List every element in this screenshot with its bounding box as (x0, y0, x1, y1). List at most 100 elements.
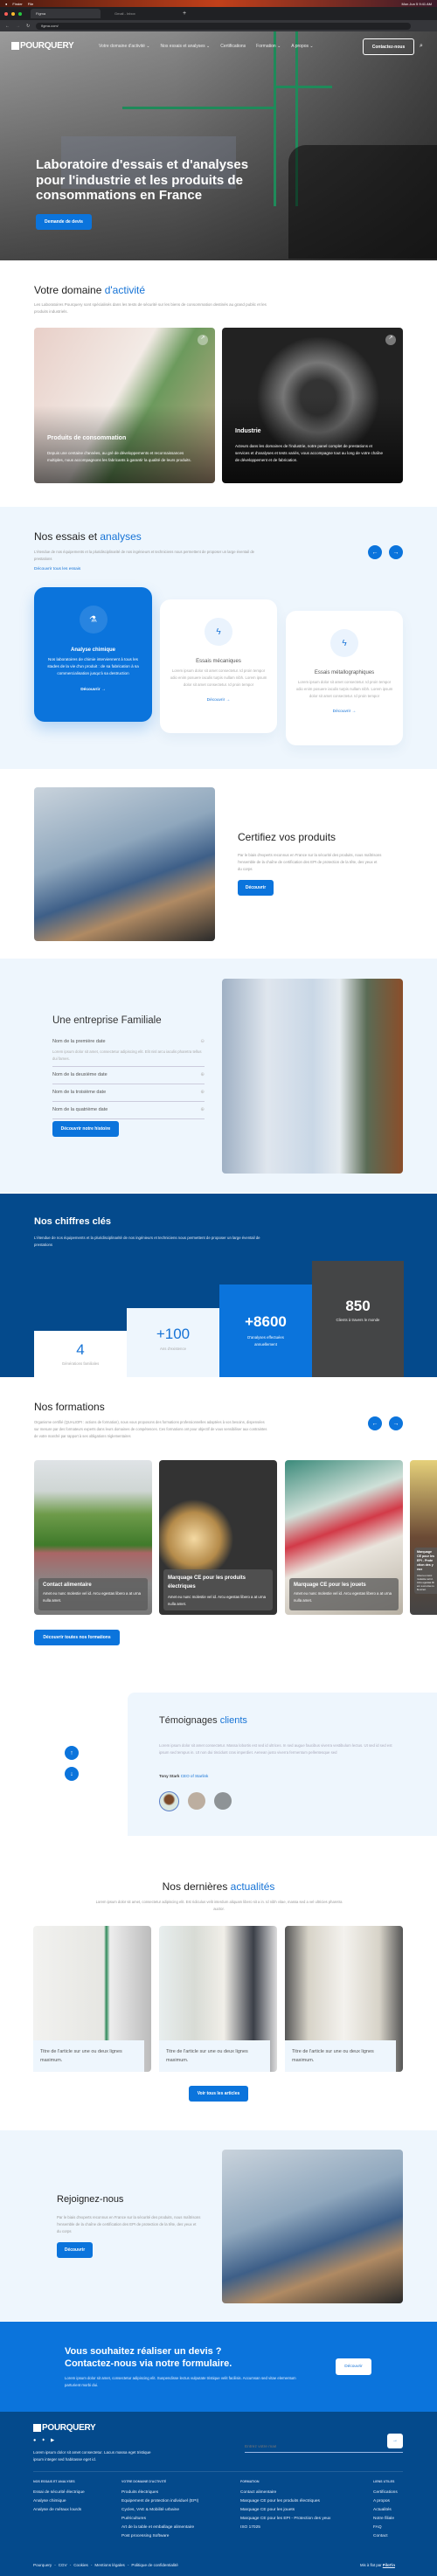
menu-finder[interactable]: Finder (12, 2, 22, 6)
footer-link[interactable]: Notre filiale (373, 2517, 398, 2521)
nav-domaine[interactable]: Votre domaine d'activité ⌄ (99, 44, 150, 49)
tab-figma[interactable]: Figma (31, 9, 101, 18)
nav-formation[interactable]: Formation ⌄ (256, 44, 281, 49)
accordion-item-2[interactable]: Nom de la deuxième date ⊕ (52, 1067, 205, 1084)
formation-card[interactable]: Contact alimentaire Amet eu nunc molestie… (34, 1460, 152, 1615)
forward-icon[interactable]: → (16, 24, 20, 29)
domain-card-industrie[interactable]: ↗ Industrie Acteurs dans les domaines de… (222, 328, 403, 483)
service-card-mecaniques[interactable]: ϟ Essais mécaniques Lorem ipsum dolor si… (160, 599, 277, 733)
formation-card[interactable]: Marquage CE pour les produits électrique… (159, 1460, 277, 1615)
footer-link[interactable]: ISO 17025 (240, 2525, 330, 2530)
footer-link[interactable]: FAQ (373, 2525, 398, 2530)
article-card[interactable]: Titre de l'article sur une ou deux ligne… (33, 1926, 151, 2072)
cta-discover-button[interactable]: Découvrir (336, 2358, 371, 2375)
footer-link[interactable]: Produits électriques (121, 2490, 198, 2495)
footer-link[interactable]: Puéricultures (121, 2517, 198, 2521)
facebook-icon[interactable]: ● (33, 2438, 36, 2443)
footer-link[interactable]: Equipement de protection individuel (EPI… (121, 2499, 198, 2503)
avatar[interactable] (188, 1792, 205, 1810)
footer-link[interactable]: A propos (373, 2499, 398, 2503)
stat-analyses: +8600 D'analyses effectuées annuellement (219, 1285, 312, 1377)
minimize-icon[interactable] (11, 11, 15, 16)
next-arrow-button[interactable]: → (389, 545, 403, 559)
twitter-icon[interactable]: ✦ (41, 2438, 45, 2443)
nav-certifications[interactable]: Certifications (220, 44, 246, 49)
close-window-icon[interactable] (4, 11, 8, 16)
email-input[interactable] (245, 2440, 376, 2455)
prev-arrow-button[interactable]: ← (368, 1416, 382, 1430)
credit-link[interactable]: Pilot'in (383, 2563, 395, 2567)
legal-link[interactable]: Politique de confidentialité (131, 2563, 177, 2567)
footer-link[interactable]: Marquage CE pour les jouets (240, 2508, 330, 2512)
back-icon[interactable]: ← (5, 24, 10, 29)
article-card[interactable]: Titre de l'article sur une ou deux ligne… (159, 1926, 277, 2072)
service-card-chimique[interactable]: ⚗ Analyse chimique Nos laboratoires de c… (34, 587, 152, 722)
menu-file[interactable]: File (28, 2, 33, 6)
stat-value: 4 (76, 1341, 85, 1358)
discover-link[interactable]: Découvrir → (34, 688, 152, 692)
footer-link[interactable]: Contact (373, 2534, 398, 2538)
discover-link[interactable]: Découvrir → (160, 698, 277, 703)
article-card[interactable]: Titre de l'article sur une ou deux ligne… (285, 1926, 403, 2072)
contact-button[interactable]: Contactez-nous (363, 38, 414, 55)
discover-link[interactable]: Découvrir → (286, 710, 403, 714)
apple-icon[interactable]: ● (5, 2, 7, 6)
quote-button[interactable]: Demande de devis (36, 214, 92, 230)
avatar[interactable] (214, 1792, 232, 1810)
card-text: Amet eu nunc molestie vel id. Arcu egest… (43, 1591, 142, 1603)
footer-link[interactable]: Art de la table et emballage alimentaire (121, 2525, 198, 2530)
card-title: Marquage CE pour les EPI - Protection de… (417, 1550, 434, 1571)
formation-card-peek[interactable]: Marquage CE pour les EPI - Protection de… (410, 1460, 437, 1615)
formation-card[interactable]: Marquage CE pour les jouets Amet eu nunc … (285, 1460, 403, 1615)
footer-link[interactable]: Essai de sécurité électrique (33, 2490, 85, 2495)
card-text: Amet eu nunc molestie vel id. Arcu egest… (294, 1591, 392, 1603)
new-tab-icon[interactable]: + (183, 10, 186, 17)
footer-link[interactable]: Analyse de métaux lourds (33, 2508, 85, 2512)
legal-link[interactable]: Pourquery (33, 2563, 52, 2567)
search-icon[interactable]: ⌕ (420, 43, 423, 50)
footer-link[interactable]: Marquage CE pour les EPI - Protection de… (240, 2517, 330, 2521)
legal-link[interactable]: Cookies (73, 2563, 88, 2567)
service-card-metallographiques[interactable]: ϟ Essais métallographiques Lorem ipsum d… (286, 611, 403, 745)
accordion-item-3[interactable]: Nom de la troisième date ⊕ (52, 1084, 205, 1102)
footer-link[interactable]: Contact alimentaire (240, 2490, 330, 2495)
stat-label: D'analyses effectuées annuellement (247, 1335, 284, 1347)
footer-col-title: Formation (240, 2480, 260, 2483)
down-arrow-button[interactable]: ↓ (65, 1767, 79, 1781)
youtube-icon[interactable]: ▶ (51, 2438, 54, 2443)
history-button[interactable]: Découvrir notre histoire (52, 1121, 119, 1137)
certif-discover-button[interactable]: Découvrir (238, 880, 274, 896)
accordion-item-4[interactable]: Nom de la quatrième date ⊕ (52, 1102, 205, 1119)
legal-link[interactable]: Mentions légales (94, 2563, 124, 2567)
tab-gmail[interactable]: Gmail - Inbox (109, 9, 179, 18)
footer-link[interactable]: Post processing Software (121, 2534, 198, 2538)
all-essais-link[interactable]: Découvrir tous les essais (34, 567, 80, 571)
footer-link[interactable]: Certifications (373, 2490, 398, 2495)
footer-link[interactable]: Actualités (373, 2508, 398, 2512)
footer-col-title: Nos essais et analyses (33, 2480, 75, 2483)
nav-apropos[interactable]: A propos ⌄ (291, 44, 313, 49)
maximize-icon[interactable] (18, 11, 22, 16)
domain-card-consommation[interactable]: ↗ Produits de consommation Depuis une ce… (34, 328, 215, 483)
all-articles-button[interactable]: Voir tous les articles (189, 2086, 248, 2102)
reload-icon[interactable]: ↻ (26, 24, 30, 29)
all-formations-button[interactable]: Découvrir toutes nos formations (34, 1630, 120, 1645)
url-input[interactable]: figma.com/ (36, 22, 411, 30)
up-arrow-button[interactable]: ↑ (65, 1746, 79, 1760)
footer-link[interactable]: Analyse chimique (33, 2499, 85, 2503)
nav-essais[interactable]: Nos essais et analyses ⌄ (161, 44, 211, 49)
footer-logo[interactable]: POURQUERY (33, 2423, 96, 2433)
submit-arrow-button[interactable]: → (387, 2434, 403, 2448)
next-arrow-button[interactable]: → (389, 1416, 403, 1430)
logo[interactable]: POURQUERY (11, 41, 74, 51)
rejoignez-discover-button[interactable]: Découvrir (57, 2242, 93, 2258)
footer-link[interactable]: Marquage CE pour les produits électrique… (240, 2499, 330, 2503)
avatar[interactable] (159, 1791, 179, 1811)
footer-link[interactable]: Cycles, VAE & Mobilité urbaine (121, 2508, 198, 2512)
legal-link[interactable]: CGV (59, 2563, 67, 2567)
prev-arrow-button[interactable]: ← (368, 545, 382, 559)
card-title: Marquage CE pour les jouets (294, 1582, 366, 1588)
accordion-item-1[interactable]: Nom de la première date ⊖ (52, 1035, 205, 1046)
os-menu-bar: ● Finder File Mon Jun 5 9:41 AM (0, 0, 437, 7)
card-text: Amet eu nunc molestie vel id. Arcu egest… (417, 1574, 434, 1591)
